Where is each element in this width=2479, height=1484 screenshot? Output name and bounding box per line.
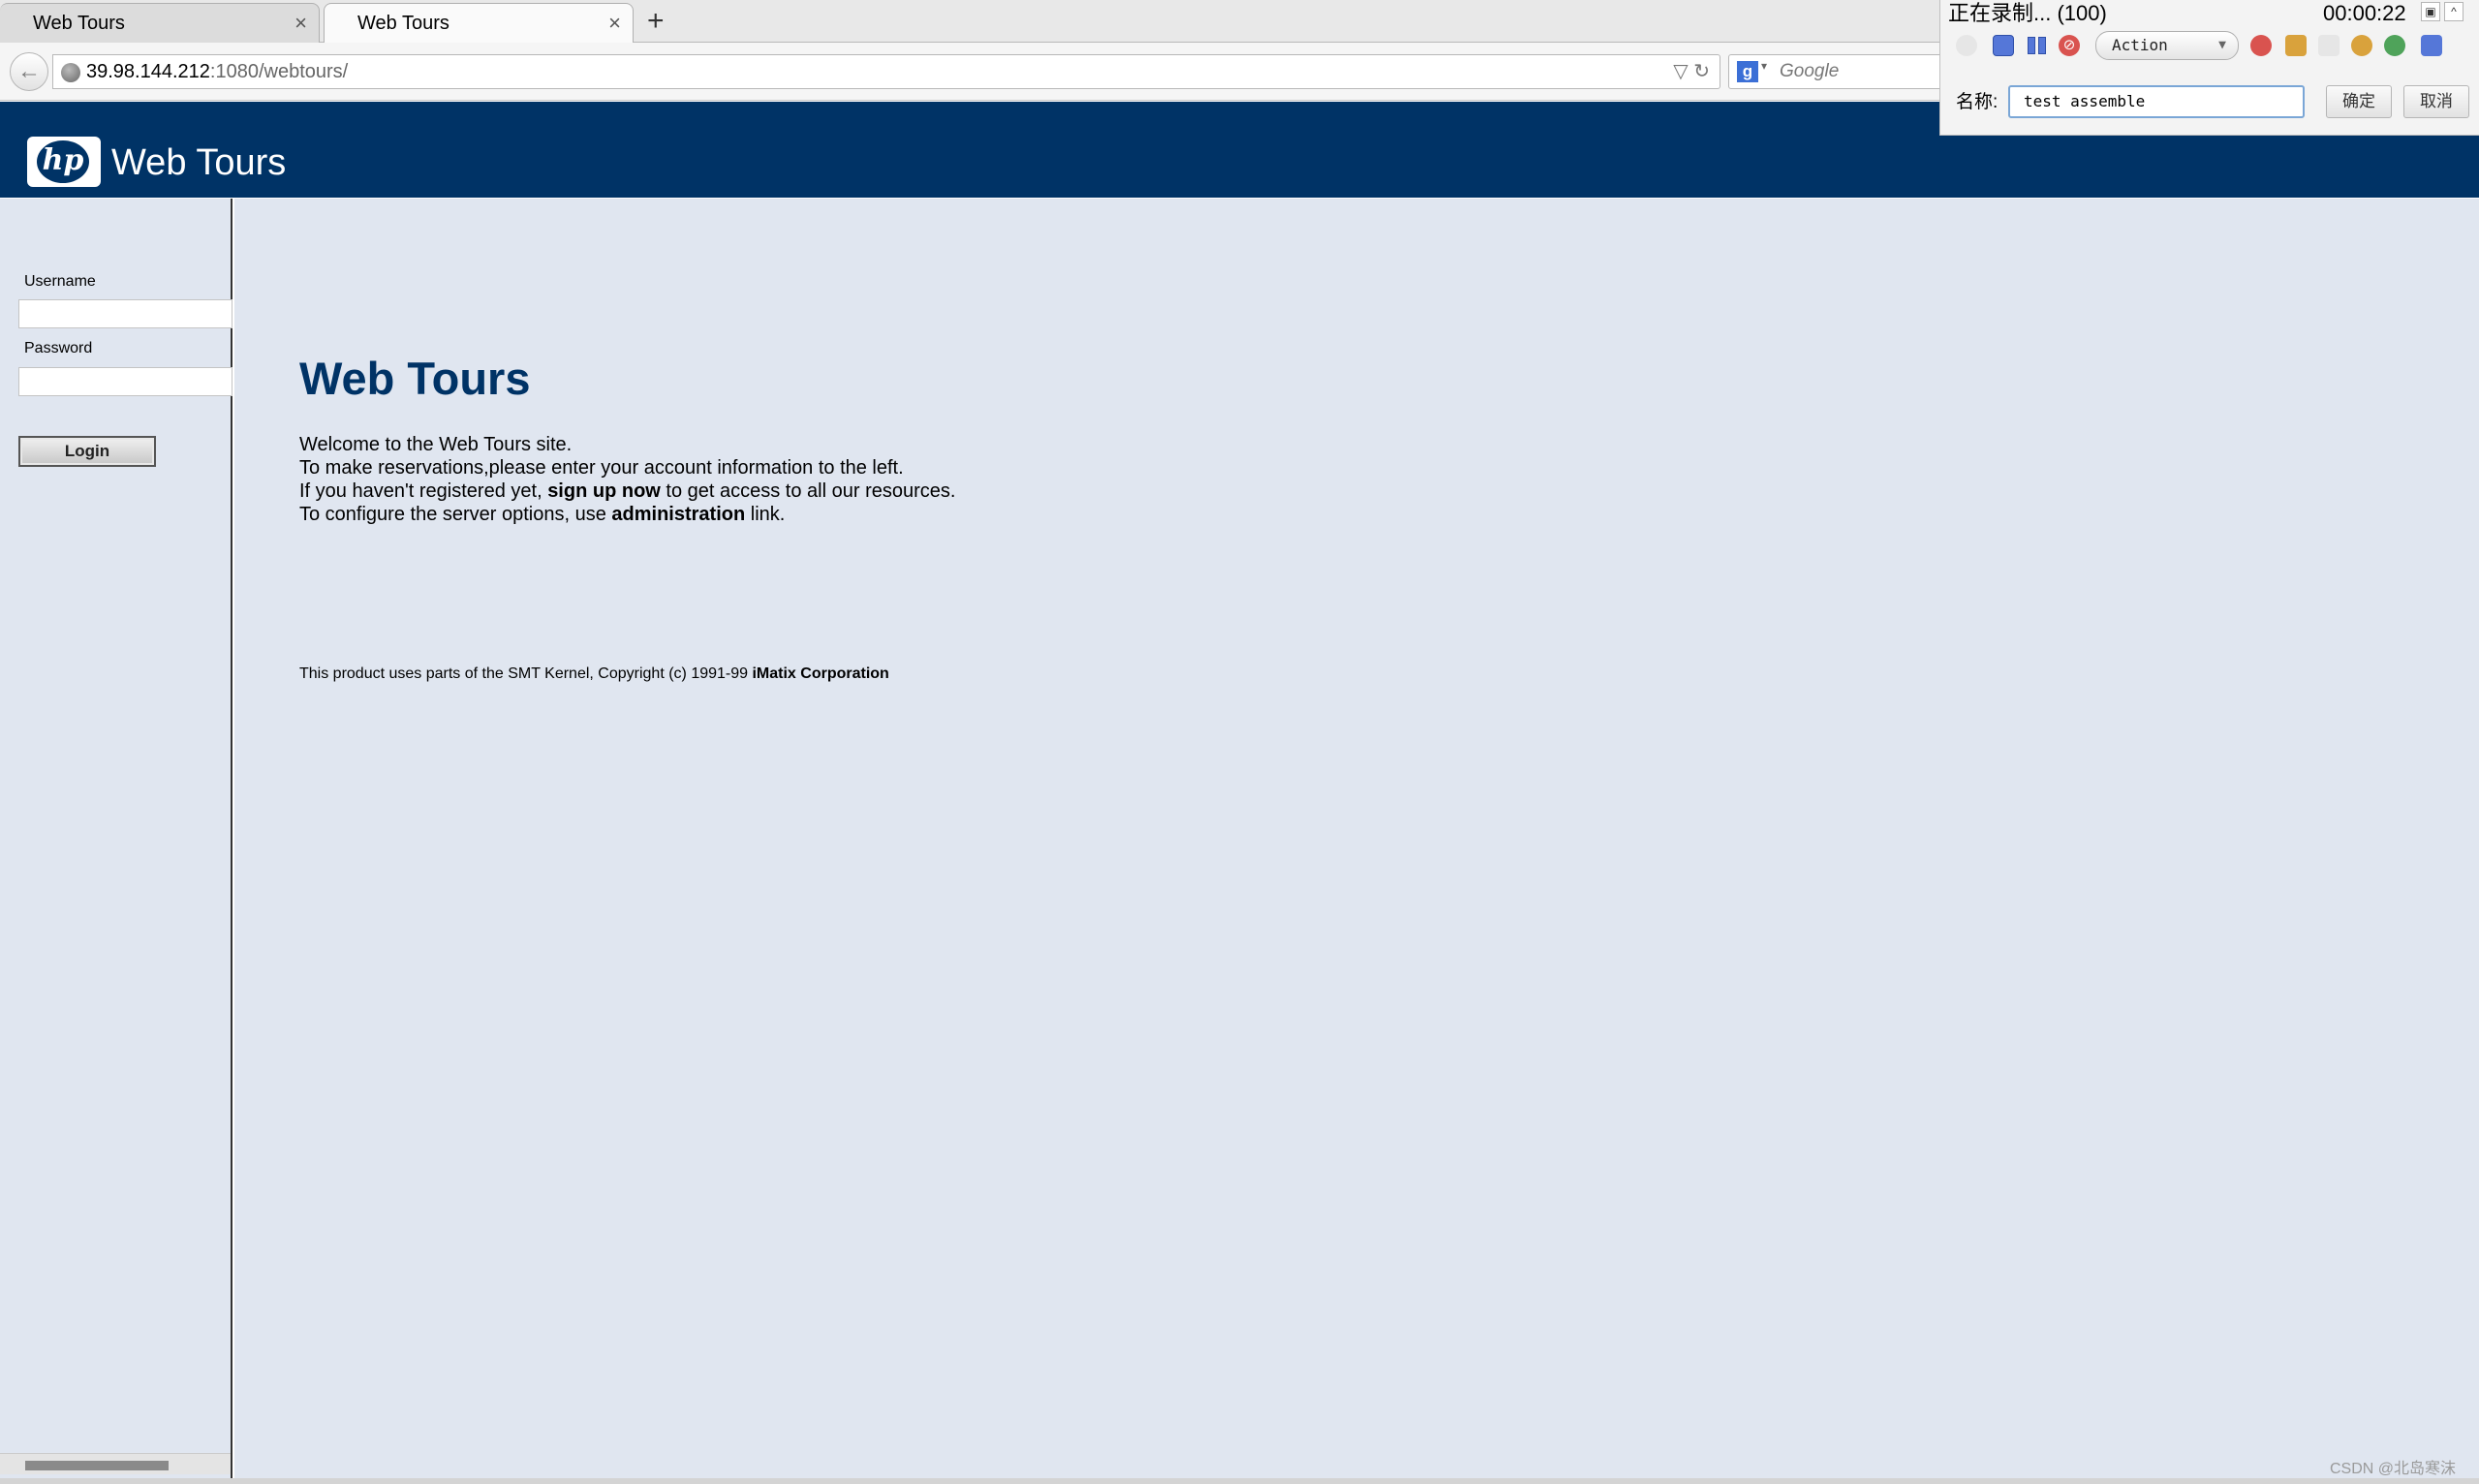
page-title: Web Tours — [299, 353, 531, 404]
insert-transaction-icon[interactable] — [2250, 35, 2272, 56]
browser-tab-2-active[interactable]: Web Tours × — [324, 3, 634, 43]
chevron-down-icon[interactable]: ▾ — [1761, 59, 1767, 73]
username-field[interactable] — [18, 299, 232, 328]
cancel-recording-icon[interactable]: ⊘ — [2059, 35, 2080, 56]
collapse-icon[interactable]: ^ — [2444, 2, 2464, 21]
scrollbar-thumb[interactable] — [25, 1461, 169, 1470]
cancel-button[interactable]: 取消 — [2403, 85, 2469, 118]
hp-logo-text: hp — [37, 140, 89, 183]
google-icon[interactable]: g — [1737, 61, 1758, 82]
name-input[interactable]: test assemble — [2008, 85, 2305, 118]
search-bar[interactable]: g ▾ Google — [1728, 54, 1945, 89]
action-select[interactable]: Action ▼ — [2095, 31, 2239, 60]
action-select-value: Action — [2112, 36, 2168, 54]
record-icon[interactable] — [1956, 35, 1977, 56]
watermark: CSDN @北岛寒沫 — [2330, 1461, 2457, 1477]
tab-label: Web Tours — [357, 13, 449, 34]
hp-logo: hp — [27, 137, 101, 187]
admin-line: To configure the server options, use adm… — [299, 503, 955, 526]
welcome-text: Welcome to the Web Tours site. To make r… — [299, 433, 955, 526]
pause-icon[interactable] — [2026, 35, 2049, 56]
text-check-icon[interactable] — [2421, 35, 2442, 56]
site-brand: Web Tours — [111, 142, 287, 183]
admin-post: link. — [745, 504, 786, 525]
new-tab-icon[interactable]: + — [647, 6, 665, 37]
recording-status: 正在录制... (100) — [1948, 1, 2107, 25]
signup-line: If you haven't registered yet, sign up n… — [299, 479, 955, 503]
reload-icon[interactable]: ▽ ↻ — [1673, 55, 1710, 88]
close-tab-icon[interactable]: × — [608, 4, 621, 43]
administration-link[interactable]: administration — [611, 504, 745, 525]
signup-post: to get access to all our resources. — [660, 480, 956, 502]
end-transaction-icon[interactable] — [2318, 35, 2340, 56]
url-text[interactable]: 39.98.144.212:1080/webtours/ — [86, 55, 348, 88]
reservation-line: To make reservations,please enter your a… — [299, 457, 904, 479]
ok-button[interactable]: 确定 — [2326, 85, 2392, 118]
admin-pre: To configure the server options, use — [299, 504, 612, 525]
search-placeholder[interactable]: Google — [1780, 55, 1839, 88]
page-bottom-border — [0, 1478, 2479, 1484]
signup-pre: If you haven't registered yet, — [299, 480, 548, 502]
chevron-down-icon: ▼ — [2218, 38, 2226, 52]
username-label: Username — [24, 273, 96, 290]
comment-icon[interactable] — [2384, 35, 2405, 56]
copyright-pre: This product uses parts of the SMT Kerne… — [299, 665, 753, 682]
pin-icon[interactable]: ▣ — [2421, 2, 2440, 21]
stop-icon[interactable] — [1993, 35, 2014, 56]
start-transaction-icon[interactable] — [2285, 35, 2307, 56]
rendezvous-icon[interactable] — [2351, 35, 2372, 56]
recording-timer: 00:00:22 — [2323, 1, 2406, 25]
recording-toolbar: 正在录制... (100) 00:00:22 ▣ ^ ⊘ Action ▼ 名称… — [1939, 0, 2479, 136]
url-host: 39.98.144.212 — [86, 61, 210, 82]
tab-label: Web Tours — [33, 13, 125, 34]
browser-tab-1[interactable]: Web Tours × — [0, 3, 320, 43]
login-sidebar: Username Password Login — [0, 199, 232, 1484]
password-label: Password — [24, 340, 93, 356]
welcome-line: Welcome to the Web Tours site. — [299, 434, 573, 455]
imatix-link[interactable]: iMatix Corporation — [752, 665, 888, 682]
main-content: Web Tours Welcome to the Web Tours site.… — [234, 199, 2479, 1484]
url-path: :1080/webtours/ — [209, 61, 349, 82]
close-tab-icon[interactable]: × — [294, 4, 307, 43]
login-button[interactable]: Login — [18, 436, 156, 467]
globe-icon — [61, 63, 80, 82]
address-bar[interactable]: 39.98.144.212:1080/webtours/ ▽ ↻ — [52, 54, 1720, 89]
copyright-text: This product uses parts of the SMT Kerne… — [299, 665, 889, 683]
horizontal-scrollbar[interactable] — [0, 1453, 231, 1474]
back-arrow-icon[interactable]: ← — [10, 52, 48, 91]
password-field[interactable] — [18, 367, 232, 396]
sign-up-link[interactable]: sign up now — [547, 480, 661, 502]
name-label: 名称: — [1956, 92, 1999, 112]
